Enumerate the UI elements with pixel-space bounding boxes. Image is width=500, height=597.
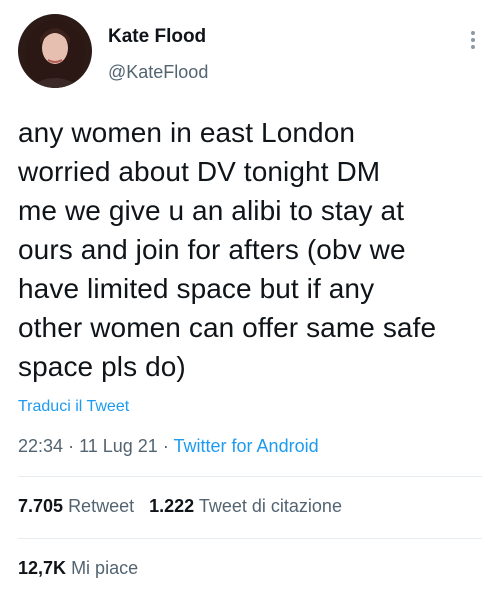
likes-label: Mi piace xyxy=(71,558,139,578)
tweet-source-link[interactable]: Twitter for Android xyxy=(174,436,319,456)
separator: · xyxy=(68,436,75,456)
stats-row: 7.705 Retweet 1.222 Tweet di citazione xyxy=(18,496,342,517)
translate-tweet-link[interactable]: Traduci il Tweet xyxy=(18,398,129,416)
likes-row: 12,7K Mi piace xyxy=(18,558,138,579)
quotes-count: 1.222 xyxy=(149,496,195,516)
dot-icon xyxy=(471,45,475,49)
divider xyxy=(18,476,482,477)
avatar[interactable] xyxy=(18,14,92,88)
tweet-text-line: me we give u an alibi to stay at xyxy=(18,195,405,226)
retweets-stat[interactable]: 7.705 Retweet xyxy=(18,496,139,516)
tweet-text: any women in east London worried about D… xyxy=(18,113,488,386)
author-name[interactable]: Kate Flood xyxy=(108,26,206,48)
quotes-stat[interactable]: 1.222 Tweet di citazione xyxy=(149,496,342,516)
more-vertical-icon[interactable] xyxy=(466,28,480,54)
separator: · xyxy=(162,436,169,456)
tweet-text-line: have limited space but if any xyxy=(18,273,375,304)
author-handle[interactable]: @KateFlood xyxy=(108,62,208,83)
tweet-time[interactable]: 22:34 xyxy=(18,436,63,456)
divider xyxy=(18,538,482,539)
tweet-text-line: ours and join for afters (obv we xyxy=(18,234,406,265)
quotes-label: Tweet di citazione xyxy=(198,496,342,516)
tweet-meta: 22:34 · 11 Lug 21 · Twitter for Android xyxy=(18,436,319,457)
tweet-text-line: other women can offer same safe xyxy=(18,312,437,343)
tweet-text-line: any women in east London xyxy=(18,117,356,148)
retweets-label: Retweet xyxy=(68,496,135,516)
likes-count: 12,7K xyxy=(18,558,67,578)
tweet-text-line: space pls do) xyxy=(18,351,186,382)
tweet-date[interactable]: 11 Lug 21 xyxy=(79,436,158,456)
likes-stat[interactable]: 12,7K Mi piace xyxy=(18,558,138,578)
dot-icon xyxy=(471,38,475,42)
dot-icon xyxy=(471,31,475,35)
tweet-text-line: worried about DV tonight DM xyxy=(18,156,381,187)
retweets-count: 7.705 xyxy=(18,496,64,516)
